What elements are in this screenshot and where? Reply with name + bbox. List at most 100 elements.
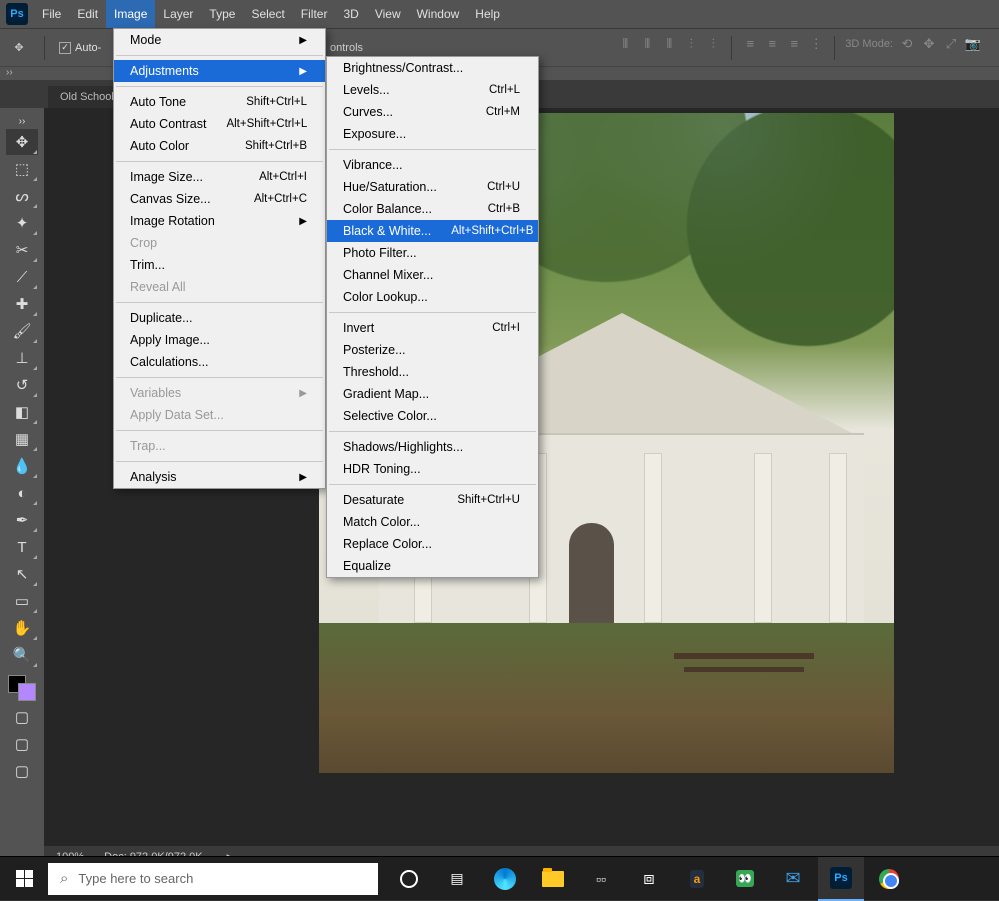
color-swatches[interactable] [6, 673, 38, 703]
menu-image[interactable]: Image [106, 0, 155, 28]
screen-mode-icon[interactable]: ▢ [6, 731, 38, 757]
tool-brush[interactable]: 🖌 [6, 318, 38, 344]
menu-item-image-rotation[interactable]: Image Rotation▶ [114, 210, 325, 232]
taskbar-cortana[interactable] [386, 857, 432, 901]
menu-item-selective-color[interactable]: Selective Color... [327, 405, 538, 427]
zoom-3d-icon[interactable]: ⤢ [943, 36, 959, 52]
menu-item-duplicate[interactable]: Duplicate... [114, 307, 325, 329]
distribute-icon[interactable]: ≡ [786, 36, 802, 52]
menu-item-black-white[interactable]: Black & White...Alt+Shift+Ctrl+B [327, 220, 538, 242]
menu-item-canvas-size[interactable]: Canvas Size...Alt+Ctrl+C [114, 188, 325, 210]
menu-3d[interactable]: 3D [335, 0, 366, 28]
tool-eraser[interactable]: ◧ [6, 399, 38, 425]
tool-rectangle[interactable]: ▭ [6, 588, 38, 614]
menu-item-auto-color[interactable]: Auto ColorShift+Ctrl+B [114, 135, 325, 157]
tool-hand[interactable]: ✋ [6, 615, 38, 641]
menu-item-invert[interactable]: InvertCtrl+I [327, 317, 538, 339]
menu-item-apply-image[interactable]: Apply Image... [114, 329, 325, 351]
distribute-icon[interactable]: ≡ [742, 36, 758, 52]
menu-item-color-balance[interactable]: Color Balance...Ctrl+B [327, 198, 538, 220]
menu-item-exposure[interactable]: Exposure... [327, 123, 538, 145]
tool-eyedropper[interactable]: ⟋ [6, 264, 38, 290]
menu-help[interactable]: Help [467, 0, 508, 28]
menu-type[interactable]: Type [201, 0, 243, 28]
tool-type[interactable]: T [6, 534, 38, 560]
align-icon[interactable]: ⫴ [617, 36, 633, 52]
menu-window[interactable]: Window [409, 0, 468, 28]
align-icon[interactable]: ⫴ [661, 36, 677, 52]
tool-dodge[interactable]: ◐ [6, 480, 38, 506]
menu-item-levels[interactable]: Levels...Ctrl+L [327, 79, 538, 101]
distribute-icon[interactable]: ⋮ [808, 36, 824, 52]
menu-item-hue-saturation[interactable]: Hue/Saturation...Ctrl+U [327, 176, 538, 198]
align-icon[interactable]: ⫶ [683, 36, 699, 52]
menu-item-photo-filter[interactable]: Photo Filter... [327, 242, 538, 264]
tool-magic-wand[interactable]: ✦ [6, 210, 38, 236]
start-button[interactable] [0, 857, 48, 900]
menu-file[interactable]: File [34, 0, 69, 28]
tool-path-select[interactable]: ↖ [6, 561, 38, 587]
taskbar-edge[interactable] [482, 857, 528, 901]
menu-filter[interactable]: Filter [293, 0, 336, 28]
auto-select-checkbox[interactable]: ✓ Auto- [59, 42, 101, 54]
menu-item-replace-color[interactable]: Replace Color... [327, 533, 538, 555]
menu-item-curves[interactable]: Curves...Ctrl+M [327, 101, 538, 123]
taskbar-store[interactable]: ▫▫ [578, 857, 624, 901]
menu-item-channel-mixer[interactable]: Channel Mixer... [327, 264, 538, 286]
taskbar-search[interactable]: ⌕ Type here to search [48, 863, 378, 895]
taskbar-photoshop[interactable]: Ps [818, 857, 864, 901]
taskbar-dropbox[interactable]: ⧈ [626, 857, 672, 901]
orbit-icon[interactable]: ⟲ [899, 36, 915, 52]
taskbar-tripadvisor[interactable]: 👀 [722, 857, 768, 901]
taskbar-amazon[interactable]: a [674, 857, 720, 901]
menu-item-image-size[interactable]: Image Size...Alt+Ctrl+I [114, 166, 325, 188]
screen-mode-2-icon[interactable]: ▢ [6, 758, 38, 784]
menu-layer[interactable]: Layer [155, 0, 201, 28]
menu-item-mode[interactable]: Mode▶ [114, 29, 325, 51]
tool-crop[interactable]: ✂ [6, 237, 38, 263]
tool-healing[interactable]: ✚ [6, 291, 38, 317]
menu-item-auto-tone[interactable]: Auto ToneShift+Ctrl+L [114, 91, 325, 113]
tool-gradient[interactable]: ▦ [6, 426, 38, 452]
tool-pen[interactable]: ✒ [6, 507, 38, 533]
align-icon[interactable]: ⫶ [705, 36, 721, 52]
menu-item-vibrance[interactable]: Vibrance... [327, 154, 538, 176]
tool-zoom[interactable]: 🔍 [6, 642, 38, 668]
menu-item-equalize[interactable]: Equalize [327, 555, 538, 577]
tool-lasso[interactable]: ᔕ [6, 183, 38, 209]
menu-item-match-color[interactable]: Match Color... [327, 511, 538, 533]
taskbar-task-view[interactable]: ▤ [434, 857, 480, 901]
menu-edit[interactable]: Edit [69, 0, 106, 28]
menu-view[interactable]: View [367, 0, 409, 28]
menu-item-desaturate[interactable]: DesaturateShift+Ctrl+U [327, 489, 538, 511]
taskbar-chrome[interactable] [866, 857, 912, 901]
taskbar-explorer[interactable] [530, 857, 576, 901]
menu-item-brightness-contrast[interactable]: Brightness/Contrast... [327, 57, 538, 79]
collapse-tools-icon[interactable]: ›› [6, 114, 38, 128]
menu-item-analysis[interactable]: Analysis▶ [114, 466, 325, 488]
menu-item-trim[interactable]: Trim... [114, 254, 325, 276]
tool-marquee[interactable]: ⬚ [6, 156, 38, 182]
taskbar-mail[interactable]: ✉ [770, 857, 816, 901]
menu-item-threshold[interactable]: Threshold... [327, 361, 538, 383]
menu-item-color-lookup[interactable]: Color Lookup... [327, 286, 538, 308]
camera-icon[interactable]: 📷 [965, 36, 981, 52]
tool-blur[interactable]: 💧 [6, 453, 38, 479]
tool-move[interactable]: ✥ [6, 129, 38, 155]
controls-label-fragment: ontrols [330, 42, 363, 54]
tool-history-brush[interactable]: ↺ [6, 372, 38, 398]
tool-stamp[interactable]: ⊥ [6, 345, 38, 371]
menu-item-gradient-map[interactable]: Gradient Map... [327, 383, 538, 405]
menu-item-calculations[interactable]: Calculations... [114, 351, 325, 373]
menu-item-adjustments[interactable]: Adjustments▶ [114, 60, 325, 82]
distribute-icon[interactable]: ≡ [764, 36, 780, 52]
move-tool-icon[interactable]: ✥ [8, 37, 30, 59]
pan-icon[interactable]: ✥ [921, 36, 937, 52]
menu-item-posterize[interactable]: Posterize... [327, 339, 538, 361]
quick-mask-icon[interactable]: ▢ [6, 704, 38, 730]
menu-item-hdr-toning[interactable]: HDR Toning... [327, 458, 538, 480]
menu-item-shadows-highlights[interactable]: Shadows/Highlights... [327, 436, 538, 458]
menu-select[interactable]: Select [243, 0, 292, 28]
align-icon[interactable]: ⫴ [639, 36, 655, 52]
menu-item-auto-contrast[interactable]: Auto ContrastAlt+Shift+Ctrl+L [114, 113, 325, 135]
